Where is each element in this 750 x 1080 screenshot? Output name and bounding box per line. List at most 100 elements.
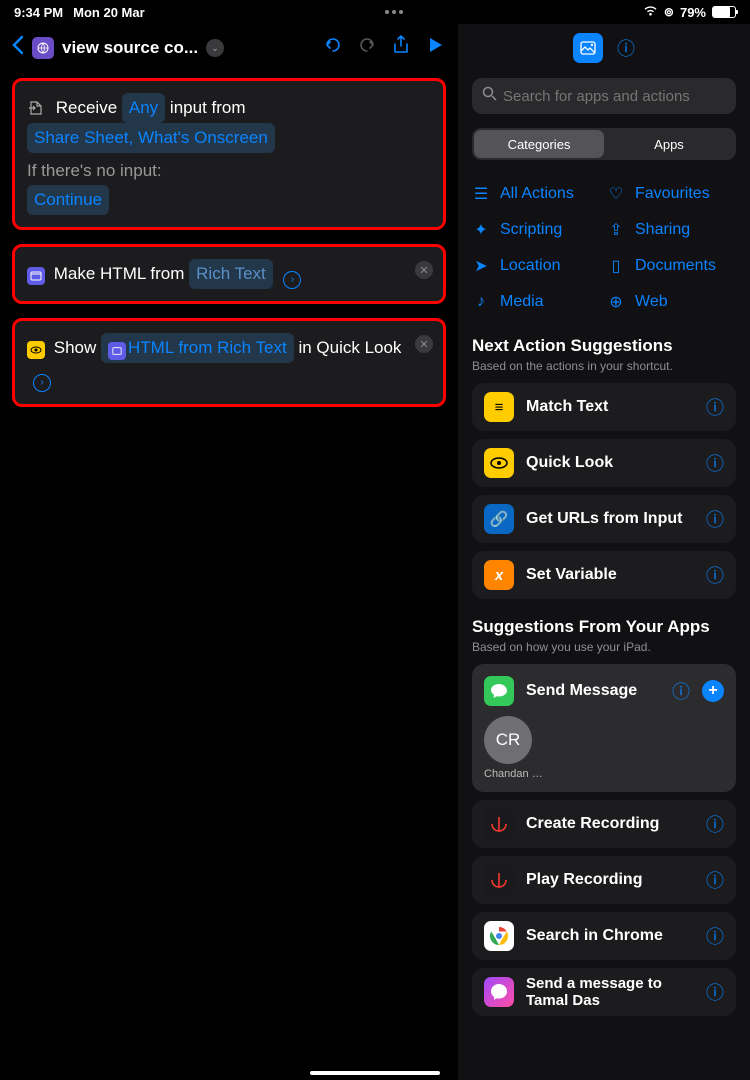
noinput-label: If there's no input: <box>27 157 431 185</box>
info-button[interactable]: ⓘ <box>706 811 724 837</box>
variable-icon: x <box>484 560 514 590</box>
remove-action-button[interactable]: ✕ <box>415 335 433 353</box>
status-time: 9:34 PM <box>14 5 63 20</box>
html-var-icon <box>108 342 126 360</box>
remove-action-button[interactable]: ✕ <box>415 261 433 279</box>
html-action-icon <box>27 267 45 285</box>
orientation-lock-icon: ⊚ <box>664 5 674 19</box>
status-bar: 9:34 PM Mon 20 Mar ⊚ 79% <box>0 0 750 24</box>
suggestion-send-message[interactable]: Send Message ⓘ + CR Chandan R... <box>472 664 736 792</box>
battery-icon <box>712 6 736 18</box>
cat-sharing[interactable]: ⇪Sharing <box>607 214 736 246</box>
globe-icon: ⊕ <box>607 292 625 312</box>
noinput-action-token[interactable]: Continue <box>27 185 109 215</box>
disclose-icon[interactable]: › <box>33 374 51 392</box>
search-input[interactable] <box>503 88 726 105</box>
document-icon: ▯ <box>607 256 625 276</box>
heart-icon: ♡ <box>607 184 625 204</box>
next-suggestions-sub: Based on the actions in your shortcut. <box>472 359 736 373</box>
wand-icon: ✦ <box>472 220 490 240</box>
suggestion-set-variable[interactable]: x Set Variable ⓘ <box>472 551 736 599</box>
segment-control[interactable]: Categories Apps <box>472 128 736 160</box>
wifi-icon <box>643 5 658 20</box>
status-date: Mon 20 Mar <box>73 5 145 20</box>
contact-chip[interactable]: CR Chandan R... <box>484 716 548 780</box>
cat-scripting[interactable]: ✦Scripting <box>472 214 601 246</box>
run-button[interactable] <box>422 36 448 60</box>
input-icon <box>27 99 45 117</box>
text-icon: ≡ <box>484 392 514 422</box>
receive-sources-token[interactable]: Share Sheet, What's Onscreen <box>27 123 275 153</box>
makehtml-prefix: Make HTML from <box>54 260 185 288</box>
messages-icon <box>484 676 514 706</box>
seg-apps[interactable]: Apps <box>604 130 734 158</box>
info-button[interactable]: ⓘ <box>706 450 724 476</box>
suggestion-play-recording[interactable]: Play Recording ⓘ <box>472 856 736 904</box>
action-library: ⓘ Categories Apps ☰All Actions ♡Favourit… <box>458 24 750 1080</box>
receive-inputfrom: input from <box>170 94 246 122</box>
next-suggestions-title: Next Action Suggestions <box>472 336 736 356</box>
cat-favourites[interactable]: ♡Favourites <box>607 178 736 210</box>
info-button[interactable]: ⓘ <box>617 35 635 61</box>
link-icon: 🔗 <box>484 504 514 534</box>
shortcut-title[interactable]: view source co... ⌄ <box>32 37 224 59</box>
shortcut-name: view source co... <box>62 38 198 58</box>
info-button[interactable]: ⓘ <box>706 506 724 532</box>
quicklook-card[interactable]: ✕ Show HTML from Rich Text in Quick Look… <box>12 318 446 407</box>
info-button[interactable]: ⓘ <box>706 394 724 420</box>
cat-web[interactable]: ⊕Web <box>607 286 736 318</box>
search-field[interactable] <box>472 78 736 114</box>
app-suggestions-title: Suggestions From Your Apps <box>472 617 736 637</box>
search-icon <box>482 86 497 106</box>
voice-memos-icon <box>484 865 514 895</box>
multitask-dots[interactable] <box>385 10 403 14</box>
receive-prefix: Receive <box>56 94 117 122</box>
suggestion-create-recording[interactable]: Create Recording ⓘ <box>472 800 736 848</box>
avatar: CR <box>484 716 532 764</box>
eye-icon <box>484 448 514 478</box>
messenger-icon <box>484 977 514 1007</box>
suggestion-messenger[interactable]: Send a message to Tamal Das ⓘ <box>472 968 736 1016</box>
cat-all-actions[interactable]: ☰All Actions <box>472 178 601 210</box>
info-button[interactable]: ⓘ <box>706 923 724 949</box>
cat-media[interactable]: ♪Media <box>472 286 601 318</box>
location-icon: ➤ <box>472 256 490 276</box>
info-button[interactable]: ⓘ <box>672 678 690 704</box>
cat-location[interactable]: ➤Location <box>472 250 601 282</box>
make-html-card[interactable]: ✕ Make HTML from Rich Text › <box>12 244 446 304</box>
title-chevron-icon[interactable]: ⌄ <box>206 39 224 57</box>
receive-input-card[interactable]: Receive Any input from Share Sheet, What… <box>12 78 446 230</box>
add-button[interactable]: + <box>702 680 724 702</box>
list-icon: ☰ <box>472 184 490 204</box>
suggestion-match-text[interactable]: ≡ Match Text ⓘ <box>472 383 736 431</box>
undo-button[interactable] <box>320 35 346 61</box>
seg-categories[interactable]: Categories <box>474 130 604 158</box>
voice-memos-icon <box>484 809 514 839</box>
editor-toolbar: view source co... ⌄ <box>0 24 458 72</box>
info-button[interactable]: ⓘ <box>706 562 724 588</box>
chrome-icon <box>484 921 514 951</box>
home-indicator[interactable] <box>310 1071 440 1075</box>
share-button[interactable] <box>388 35 414 61</box>
app-suggestions-sub: Based on how you use your iPad. <box>472 640 736 654</box>
suggestion-search-chrome[interactable]: Search in Chrome ⓘ <box>472 912 736 960</box>
show-suffix: in Quick Look <box>298 334 401 362</box>
shortcut-details-button[interactable] <box>573 33 603 63</box>
show-prefix: Show <box>54 334 97 362</box>
contact-name: Chandan R... <box>484 768 548 780</box>
shortcut-icon <box>32 37 54 59</box>
receive-any-token[interactable]: Any <box>122 93 165 123</box>
music-icon: ♪ <box>472 293 490 311</box>
info-button[interactable]: ⓘ <box>706 867 724 893</box>
back-button[interactable] <box>10 34 24 62</box>
suggestion-quick-look[interactable]: Quick Look ⓘ <box>472 439 736 487</box>
suggestion-get-urls[interactable]: 🔗 Get URLs from Input ⓘ <box>472 495 736 543</box>
info-button[interactable]: ⓘ <box>706 979 724 1005</box>
share-icon: ⇪ <box>607 220 625 240</box>
battery-pct: 79% <box>680 5 706 20</box>
disclose-icon[interactable]: › <box>283 271 301 289</box>
cat-documents[interactable]: ▯Documents <box>607 250 736 282</box>
show-var-token[interactable]: HTML from Rich Text <box>101 333 294 363</box>
redo-button <box>354 35 380 61</box>
makehtml-var-token[interactable]: Rich Text <box>189 259 273 289</box>
